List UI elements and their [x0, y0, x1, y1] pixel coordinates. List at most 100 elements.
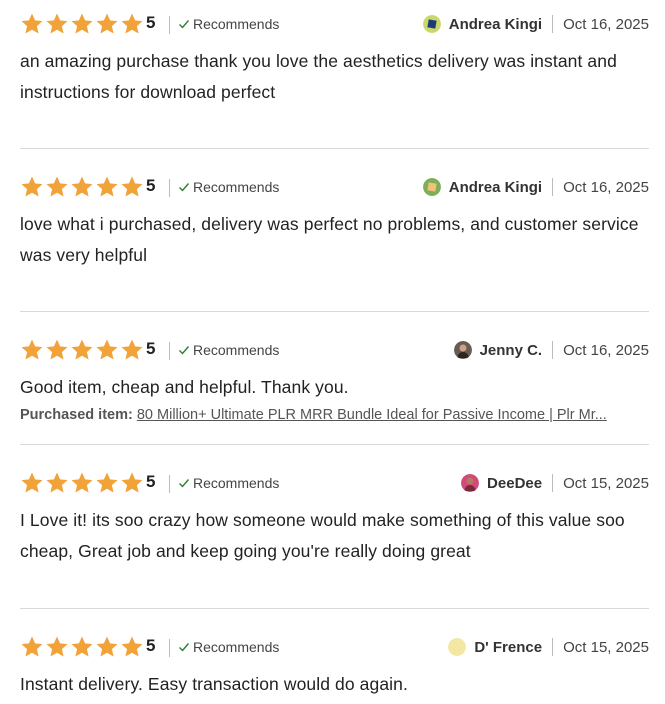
review-divider — [20, 311, 649, 312]
reviews-list: 5 Recommends Andrea Kingi Oct 16, 2025 a… — [0, 0, 665, 704]
review-text: an amazing purchase thank you love the a… — [20, 51, 617, 102]
star-icon — [120, 471, 144, 495]
review-header: 5 Recommends Andrea Kingi Oct 16, 2025 — [20, 12, 649, 38]
star-icon — [95, 175, 119, 199]
star-rating — [20, 471, 144, 495]
review-text: Good item, cheap and helpful. Thank you. — [20, 377, 349, 397]
check-icon — [178, 641, 190, 653]
divider — [169, 475, 170, 493]
review-date: Oct 16, 2025 — [563, 15, 649, 33]
recommends-badge: Recommends — [178, 342, 279, 358]
star-icon — [45, 471, 69, 495]
star-icon — [120, 635, 144, 659]
check-icon — [178, 344, 190, 356]
divider — [552, 341, 554, 359]
star-icon — [20, 471, 44, 495]
star-icon — [120, 175, 144, 199]
recommends-label: Recommends — [193, 179, 280, 195]
review-text: love what i purchased, delivery was perf… — [20, 214, 639, 265]
review-text: I Love it! its soo crazy how someone wou… — [20, 510, 625, 561]
review-header: 5 Recommends Jenny C. Oct 16, 2025 — [20, 338, 649, 364]
star-icon — [45, 338, 69, 362]
divider — [169, 342, 170, 360]
check-icon — [178, 477, 190, 489]
purchased-item: Purchased item: 80 Million+ Ultimate PLR… — [20, 407, 649, 423]
divider — [169, 639, 170, 657]
review-divider — [20, 148, 649, 149]
review-item: 5 Recommends D' Frence Oct 15, 2025 Inst… — [20, 635, 649, 700]
recommends-badge: Recommends — [178, 639, 279, 655]
review-date: Oct 15, 2025 — [563, 638, 649, 656]
star-icon — [70, 635, 94, 659]
star-icon — [120, 338, 144, 362]
avatar-photo[interactable] — [453, 341, 472, 359]
review-header: 5 Recommends D' Frence Oct 15, 2025 — [20, 635, 649, 661]
divider — [552, 638, 554, 656]
star-icon — [70, 12, 94, 36]
review-meta: D' Frence Oct 15, 2025 — [448, 635, 649, 659]
review-divider — [20, 444, 649, 445]
review-text: Instant delivery. Easy transaction would… — [20, 674, 408, 694]
review-item: 5 Recommends Andrea Kingi Oct 16, 2025 l… — [20, 175, 649, 271]
star-icon — [20, 12, 44, 36]
review-item: 5 Recommends Jenny C. Oct 16, 2025 Good … — [20, 338, 649, 423]
divider — [552, 474, 554, 492]
recommends-label: Recommends — [193, 639, 280, 655]
avatar-icon[interactable] — [422, 178, 441, 196]
review-item: 5 Recommends Andrea Kingi Oct 16, 2025 a… — [20, 12, 649, 108]
star-icon — [45, 12, 69, 36]
author-name[interactable]: DeeDee — [487, 475, 542, 492]
review-meta: DeeDee Oct 15, 2025 — [461, 471, 649, 495]
author-name[interactable]: D' Frence — [474, 639, 542, 656]
star-icon — [95, 471, 119, 495]
review-meta: Andrea Kingi Oct 16, 2025 — [422, 12, 649, 36]
avatar-icon[interactable] — [448, 638, 467, 656]
check-icon — [178, 181, 190, 193]
star-icon — [120, 12, 144, 36]
divider — [169, 179, 170, 197]
avatar-icon[interactable] — [422, 15, 441, 33]
recommends-label: Recommends — [193, 475, 280, 491]
review-date: Oct 15, 2025 — [563, 474, 649, 492]
recommends-badge: Recommends — [178, 16, 279, 32]
author-name[interactable]: Andrea Kingi — [449, 16, 542, 33]
avatar-photo[interactable] — [461, 474, 480, 492]
purchased-item-link[interactable]: 80 Million+ Ultimate PLR MRR Bundle Idea… — [137, 407, 607, 423]
recommends-badge: Recommends — [178, 179, 279, 195]
purchased-item-label: Purchased item: — [20, 407, 133, 423]
star-icon — [20, 635, 44, 659]
review-date: Oct 16, 2025 — [563, 178, 649, 196]
star-icon — [20, 175, 44, 199]
divider — [169, 16, 170, 34]
star-icon — [95, 12, 119, 36]
rating-value: 5 — [146, 636, 156, 655]
star-rating — [20, 338, 144, 362]
author-name[interactable]: Jenny C. — [480, 342, 543, 359]
star-rating — [20, 175, 144, 199]
review-header: 5 Recommends Andrea Kingi Oct 16, 2025 — [20, 175, 649, 201]
author-name[interactable]: Andrea Kingi — [449, 179, 542, 196]
star-icon — [70, 175, 94, 199]
rating-value: 5 — [146, 472, 156, 491]
rating-value: 5 — [146, 176, 156, 195]
star-icon — [95, 635, 119, 659]
star-icon — [95, 338, 119, 362]
review-header: 5 Recommends DeeDee Oct 15, 2025 — [20, 471, 649, 497]
divider — [552, 178, 554, 196]
star-icon — [70, 471, 94, 495]
rating-value: 5 — [146, 13, 156, 32]
rating-value: 5 — [146, 339, 156, 358]
star-rating — [20, 12, 144, 36]
review-divider — [20, 608, 649, 609]
recommends-label: Recommends — [193, 342, 280, 358]
star-rating — [20, 635, 144, 659]
review-meta: Jenny C. Oct 16, 2025 — [453, 338, 649, 362]
star-icon — [20, 338, 44, 362]
review-meta: Andrea Kingi Oct 16, 2025 — [422, 175, 649, 199]
star-icon — [45, 635, 69, 659]
star-icon — [45, 175, 69, 199]
review-date: Oct 16, 2025 — [563, 341, 649, 359]
check-icon — [178, 18, 190, 30]
star-icon — [70, 338, 94, 362]
recommends-badge: Recommends — [178, 475, 279, 491]
